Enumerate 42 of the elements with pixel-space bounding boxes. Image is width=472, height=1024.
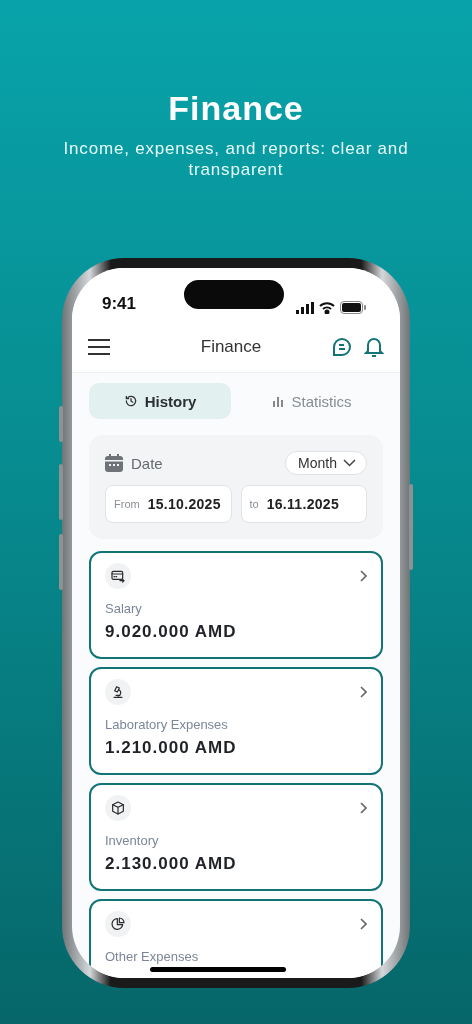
notification-button[interactable] [364,336,384,358]
category-label: Inventory [105,833,160,848]
date-field[interactable]: to 16.11.2025 [240,485,367,523]
category-amount: 1.210.000 AMD [105,738,238,758]
category-label: Laboratory Expenses [105,717,229,732]
wifi-icon [319,301,335,314]
field-value: 16.11.2025 [266,496,339,512]
signal-icon [296,301,314,314]
chat-button[interactable] [332,337,352,357]
history-icon [123,394,138,408]
category-card[interactable]: Other Expenses [89,899,383,978]
chevron-right-icon [359,686,367,698]
calendar-icon [105,454,123,472]
field-value: 15.10.2025 [147,496,221,512]
category-amount: 9.020.000 AMD [105,622,238,642]
date-label: Date [131,454,164,472]
tab[interactable]: History [89,383,231,419]
cube-icon [110,800,126,816]
chevron-right-icon [359,918,367,930]
page-subtitle: Income, expenses, and reports: clear and transparent [62,138,410,180]
category-amount: 2.130.000 AMD [105,854,238,874]
period-dropdown[interactable]: Month [285,451,367,475]
field-label: to [249,498,259,510]
status-time: 9:41 [102,294,137,314]
microscope-icon [110,684,126,700]
category-card[interactable]: Laboratory Expenses 1.210.000 AMD [89,667,383,775]
category-label: Other Expenses [105,949,200,964]
category-label: Salary [105,601,143,616]
category-card[interactable]: Salary 9.020.000 AMD [89,551,383,659]
category-card[interactable]: Inventory 2.130.000 AMD [89,783,383,891]
app-title: Finance [199,337,263,357]
pie-chart-icon [110,916,126,932]
battery-icon [340,301,366,314]
chevron-right-icon [359,570,367,582]
menu-button[interactable] [88,339,110,355]
bar-chart-icon [272,395,285,407]
date-field[interactable]: From 15.10.2025 [105,485,232,523]
page-title: Finance [168,88,304,128]
card-icon [110,568,126,584]
field-label: From [114,498,140,510]
chevron-right-icon [359,802,367,814]
chevron-down-icon [343,459,356,467]
